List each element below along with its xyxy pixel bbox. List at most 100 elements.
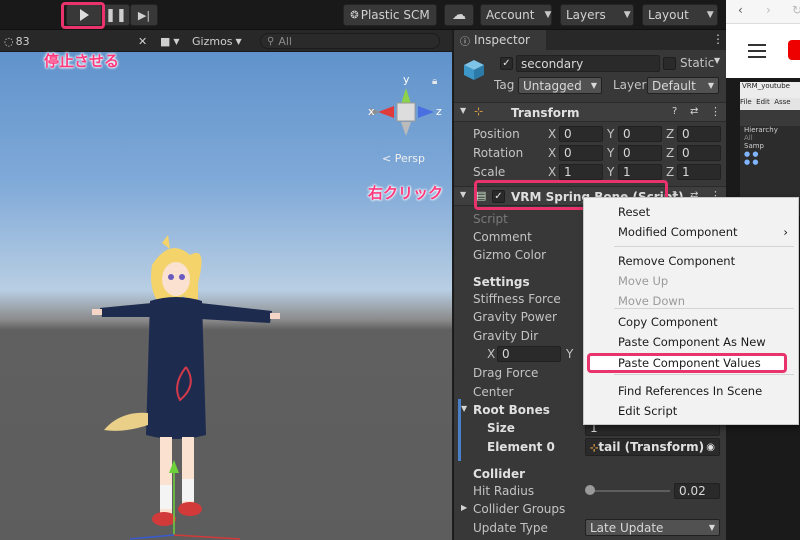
hit-radius-label: Hit Radius [473, 484, 535, 498]
video-hierarchy-search: All [744, 134, 753, 142]
menu-item-edit-script[interactable]: Edit Script [584, 401, 798, 421]
reload-icon[interactable]: ↻ [792, 3, 800, 17]
axis-z-label: Z [666, 127, 675, 141]
transform-scale-z-field[interactable]: 1 [677, 164, 721, 180]
chevron-down-icon: ▼ [623, 10, 631, 20]
gravity-dir-x-label: X [487, 347, 496, 361]
gravity-dir-y-label: Y [566, 347, 574, 361]
lock-icon[interactable]: 🔒︎ [432, 76, 437, 87]
transform-scale-y-field[interactable]: 1 [618, 164, 662, 180]
youtube-logo-icon[interactable] [788, 40, 800, 60]
element0-object-field[interactable]: ⊹tail (Transform) ◉ [585, 438, 720, 456]
video-hierarchy-sample: Samp [744, 142, 764, 150]
menu-item-label: Edit Script [618, 404, 678, 418]
tab-inspector[interactable]: ⓘ Inspector [454, 30, 546, 50]
hamburger-menu-icon[interactable] [748, 44, 766, 58]
transform-rotation-x-field[interactable]: 0 [559, 145, 603, 161]
annotation-right-click: 右クリック [368, 184, 444, 202]
step-button[interactable]: ▶| [130, 4, 158, 26]
tag-dropdown[interactable]: Untagged ▼ [518, 77, 602, 94]
info-icon: ⓘ [460, 36, 470, 48]
foldout-arrow-icon[interactable]: ▼ [460, 106, 466, 115]
gravity-dir-x-field[interactable]: 0 [497, 346, 561, 362]
projection-label[interactable]: < Persp [382, 152, 425, 165]
pause-icon: ❚❚ [105, 7, 127, 23]
account-dropdown[interactable]: Account ▼ [480, 4, 552, 26]
transform-position-x-field[interactable]: 0 [559, 126, 603, 142]
stiffness-label: Stiffness Force [473, 292, 561, 306]
layer-dropdown[interactable]: Default ▼ [647, 77, 719, 94]
menu-item-label: Reset [618, 205, 651, 219]
preset-icon[interactable]: ⇄ [690, 106, 698, 117]
gizmos-dropdown[interactable]: Gizmos ▼ [192, 33, 242, 49]
help-icon[interactable]: ? [672, 106, 677, 117]
transform-icon: ⊹ [474, 105, 484, 118]
transform-rotation-y-field[interactable]: 0 [618, 145, 662, 161]
more-options-icon[interactable]: ⋮ [712, 32, 724, 46]
chevron-down-icon: ▼ [173, 36, 180, 46]
plastic-scm-button[interactable]: ❂ Plastic SCM [343, 4, 437, 26]
object-picker-icon[interactable]: ◉ [706, 439, 715, 455]
size-label: Size [487, 421, 515, 435]
gravity-power-label: Gravity Power [473, 310, 557, 324]
hit-radius-slider-thumb[interactable] [584, 485, 595, 495]
hit-radius-slider-track[interactable] [588, 490, 670, 492]
menu-item-paste-component-as-new[interactable]: Paste Component As New [584, 332, 798, 352]
menu-item-copy-component[interactable]: Copy Component [584, 312, 798, 332]
foldout-arrow-icon[interactable]: ▼ [460, 190, 466, 199]
forward-icon[interactable]: › [766, 3, 771, 17]
gameobject-cube-icon [462, 58, 486, 82]
script-label: Script [473, 212, 508, 226]
collider-groups-label[interactable]: Collider Groups [473, 502, 565, 516]
inspector-tab-label: Inspector [474, 33, 530, 47]
component-context-menu: Reset Modified Component › Remove Component… [583, 197, 799, 425]
layout-label: Layout [648, 8, 689, 22]
component-menu-icon[interactable]: ⋮ [710, 105, 721, 118]
axis-y-label: y [403, 73, 410, 86]
step-icon: ▶| [137, 8, 151, 22]
back-icon[interactable]: ‹ [738, 3, 743, 17]
transform-position-z-field[interactable]: 0 [677, 126, 721, 142]
transform-scale-x-field[interactable]: 1 [559, 164, 603, 180]
chevron-down-icon: ▼ [708, 523, 715, 532]
menu-item-reset[interactable]: Reset [584, 202, 798, 222]
menu-item-find-references-in-scene[interactable]: Find References In Scene [584, 381, 798, 401]
axis-y-label: Y [607, 165, 615, 179]
cloud-button[interactable]: ☁ [444, 4, 474, 26]
foldout-arrow-icon[interactable]: ▶ [461, 503, 467, 512]
update-type-dropdown[interactable]: Late Update ▼ [585, 519, 720, 536]
menu-separator [614, 374, 794, 375]
menu-item-paste-component-values[interactable]: Paste Component Values [587, 353, 787, 373]
chevron-down-icon: ▼ [590, 81, 597, 90]
root-bones-label[interactable]: Root Bones [473, 403, 550, 417]
active-checkbox[interactable]: ✓ [500, 57, 513, 70]
transform-rotation-z-field[interactable]: 0 [677, 145, 721, 161]
layout-dropdown[interactable]: Layout ▼ [642, 4, 718, 26]
scene-view[interactable]: ◌ 83 ✕ ■ ▼ Gizmos ▼ ⚲ All 停止させる y x z < … [0, 30, 452, 540]
menu-item-remove-component[interactable]: Remove Component [584, 251, 798, 271]
hidden-objects-toggle[interactable]: ◌ 83 [4, 33, 30, 49]
tools-icon: ✕ [138, 34, 148, 48]
object-name-field[interactable]: secondary [516, 55, 660, 72]
main-toolbar: ❚❚ ▶| ❂ Plastic SCM ☁ Account ▼ Layers ▼ L… [0, 0, 726, 30]
video-hierarchy-title: Hierarchy [744, 126, 778, 134]
layers-dropdown[interactable]: Layers ▼ [560, 4, 634, 26]
foldout-arrow-icon[interactable]: ▼ [461, 404, 467, 413]
play-button-highlight [61, 2, 105, 29]
chevron-down-icon[interactable]: ▼ [714, 56, 720, 65]
hit-radius-field[interactable]: 0.02 [674, 483, 720, 499]
axis-z-label: Z [666, 146, 675, 160]
tools-toggle[interactable]: ✕ [138, 33, 147, 49]
pause-button[interactable]: ❚❚ [102, 4, 130, 26]
element0-label: Element 0 [487, 440, 555, 454]
tag-label: Tag [494, 78, 515, 92]
scene-search-input[interactable]: ⚲ All [260, 33, 440, 49]
plastic-scm-icon: ❂ [350, 9, 359, 21]
camera-dropdown[interactable]: ■ ▼ [160, 33, 180, 49]
layer-label: Layer [613, 78, 647, 92]
transform-header[interactable]: ▼ ⊹ Transform ? ⇄ ⋮ [454, 102, 726, 122]
menu-item-modified-component[interactable]: Modified Component › [584, 222, 798, 242]
transform-position-label: Position [473, 127, 520, 141]
transform-position-y-field[interactable]: 0 [618, 126, 662, 142]
static-checkbox[interactable] [663, 57, 676, 70]
